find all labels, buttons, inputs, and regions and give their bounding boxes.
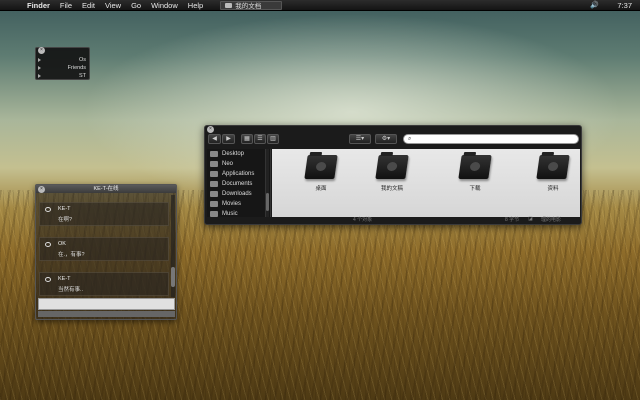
message-sender: KE-T: [58, 276, 71, 282]
mini-panel-row[interactable]: Friends: [38, 64, 86, 72]
search-field[interactable]: ⌕: [403, 134, 579, 144]
sidebar-item-applications[interactable]: Applications: [207, 169, 270, 179]
scrollbar-thumb[interactable]: [266, 193, 269, 211]
status-extra: 理的电影: [541, 217, 562, 223]
gear-action-button[interactable]: ⚙▾: [375, 134, 397, 144]
active-document-tab[interactable]: 我的文档: [220, 0, 283, 10]
home-icon: [210, 161, 218, 167]
chat-message: OK 在.，有事?: [39, 237, 169, 261]
sidebar-item-movies[interactable]: Movies: [207, 199, 270, 209]
chat-message: KE-T 在啊?: [39, 202, 169, 226]
menu-edit[interactable]: Edit: [77, 0, 100, 11]
speech-bubble-icon: [45, 242, 51, 247]
movies-icon: [210, 201, 218, 207]
downloads-icon: [210, 191, 218, 197]
finder-toolbar: ◀ ▶ ▦ ☰ ▥ ☰▾ ⚙▾ ⌕: [205, 132, 581, 148]
message-sender: KE-T: [58, 206, 71, 212]
message-text: 在.，有事?: [58, 252, 85, 258]
menu-help[interactable]: Help: [183, 0, 208, 11]
icon-view-button[interactable]: ▦: [241, 134, 253, 144]
contacts-mini-panel: × Os Friends ST: [35, 47, 90, 80]
sidebar-item-downloads[interactable]: Downloads: [207, 189, 270, 199]
chat-title: KE-T-在线: [93, 186, 119, 192]
menu-finder[interactable]: Finder: [22, 0, 55, 11]
menubar-clock[interactable]: 7:37: [617, 1, 632, 10]
menu-view[interactable]: View: [100, 0, 126, 11]
mini-panel-row[interactable]: Os: [38, 56, 86, 64]
search-icon: ⌕: [408, 135, 412, 142]
finder-sidebar: Desktop Neo Applications Documents Downl…: [207, 149, 271, 217]
chat-titlebar[interactable]: × KE-T-在线: [36, 185, 176, 193]
document-tab-label: 我的文档: [235, 3, 262, 10]
file-item-library[interactable]: 资料: [528, 155, 578, 192]
menubar: Finder File Edit View Go Window Help 我的文…: [0, 0, 640, 11]
message-text: 在啊?: [58, 217, 73, 223]
file-item-downloads[interactable]: 下载: [450, 155, 500, 192]
sidebar-item-desktop[interactable]: Desktop: [207, 149, 270, 159]
file-item-documents[interactable]: 我的文稿: [367, 155, 417, 192]
folder-icon: [225, 2, 233, 8]
forward-button[interactable]: ▶: [222, 134, 235, 144]
speech-bubble-icon: [45, 277, 51, 282]
list-view-button[interactable]: ☰: [254, 134, 266, 144]
close-icon[interactable]: ×: [38, 185, 45, 193]
back-button[interactable]: ◀: [208, 134, 221, 144]
menu-go[interactable]: Go: [126, 0, 146, 11]
message-text: 当然有事..: [58, 287, 84, 293]
documents-icon: [210, 181, 218, 187]
sidebar-item-neo[interactable]: Neo: [207, 159, 270, 169]
resize-icon[interactable]: ◪: [528, 216, 533, 222]
finder-window: × ◀ ▶ ▦ ☰ ▥ ☰▾ ⚙▾ ⌕ Desktop Neo Applicat…: [204, 125, 582, 225]
sidebar-scrollbar[interactable]: [265, 149, 269, 217]
desktop-icon: [210, 151, 218, 157]
chat-message: KE-T 当然有事..: [39, 272, 169, 296]
applications-icon: [210, 171, 218, 177]
finder-content: 桌面 我的文稿 下载 资料: [272, 149, 580, 217]
speaker-icon[interactable]: 🔊: [589, 1, 599, 9]
downloads-folder-icon: [458, 155, 492, 179]
desktop-folder-icon: [304, 155, 338, 179]
documents-folder-icon: [375, 155, 409, 179]
speech-bubble-icon: [45, 207, 51, 212]
chat-window: × KE-T-在线 KE-T 在啊? OK 在.，有事? KE-T 当然有事..: [35, 184, 177, 320]
chat-footer-bar: [38, 311, 175, 317]
column-view-button[interactable]: ▥: [267, 134, 279, 144]
chat-scrollbar[interactable]: [171, 195, 175, 297]
status-item-count: 4 个对象: [353, 217, 373, 223]
search-input[interactable]: [413, 135, 578, 143]
menu-window[interactable]: Window: [146, 0, 183, 11]
file-item-desktop[interactable]: 桌面: [296, 155, 346, 192]
sidebar-item-documents[interactable]: Documents: [207, 179, 270, 189]
library-folder-icon: [536, 155, 570, 179]
scrollbar-thumb[interactable]: [171, 267, 175, 287]
mini-panel-row[interactable]: ST: [38, 72, 86, 80]
message-sender: OK: [58, 241, 66, 247]
arrange-menu-button[interactable]: ☰▾: [349, 134, 371, 144]
chat-message-input[interactable]: [38, 298, 175, 310]
finder-statusbar: 4 个对象 8 字节 ◪ 理的电影: [205, 215, 581, 223]
close-icon[interactable]: ×: [38, 47, 45, 54]
status-free-space: 8 字节: [505, 217, 520, 223]
menu-file[interactable]: File: [55, 0, 77, 11]
